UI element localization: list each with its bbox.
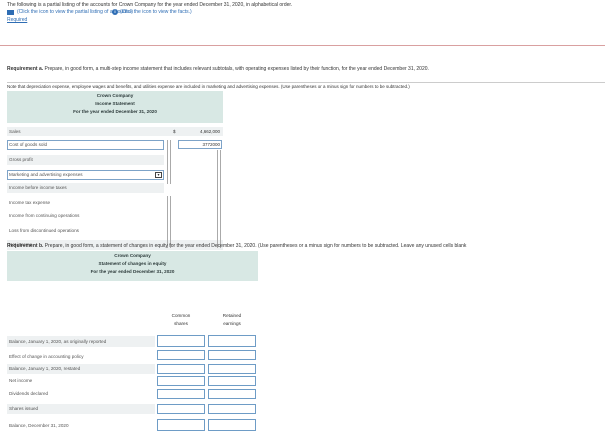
req-a-note: Note that depreciation expense, employee… bbox=[7, 82, 605, 89]
row-cost: Cost of goods sold bbox=[7, 140, 157, 150]
statement-name: Statement of changes in equity bbox=[98, 261, 167, 266]
row-label: Net income bbox=[9, 378, 33, 383]
retained-earnings-input-6[interactable] bbox=[208, 404, 256, 414]
row-label: Effect of change in accounting policy bbox=[9, 354, 84, 359]
common-shares-input-7[interactable] bbox=[157, 419, 205, 431]
row-label: Income tax expense bbox=[9, 200, 51, 205]
income-statement-header: Crown Company Income Statement For the y… bbox=[7, 91, 223, 123]
req-a-title: Requirement a. bbox=[7, 66, 44, 72]
col-common-label: Common shares bbox=[157, 313, 205, 326]
equity-row: Dividends declared bbox=[7, 389, 155, 399]
row-discontinued: Loss from discontinued operations bbox=[7, 226, 164, 236]
row-label: Balance, January 1, 2020, as originally … bbox=[9, 339, 107, 344]
common-shares-input-3[interactable] bbox=[157, 364, 205, 374]
row-label: Loss from discontinued operations bbox=[9, 228, 79, 233]
retained-earnings-input-4[interactable] bbox=[208, 376, 256, 386]
chevron-down-icon[interactable]: ▾ bbox=[155, 172, 162, 178]
common-shares-input-5[interactable] bbox=[157, 389, 205, 399]
row-label: Dividends declared bbox=[9, 391, 49, 396]
row-gross-profit: Gross profit bbox=[7, 155, 164, 165]
common-shares-input-1[interactable] bbox=[157, 335, 205, 347]
divider bbox=[167, 140, 168, 184]
info-icon[interactable]: i bbox=[112, 9, 118, 15]
company-name: Crown Company bbox=[114, 253, 151, 258]
divider bbox=[170, 196, 171, 248]
required-link[interactable]: Required bbox=[7, 17, 27, 23]
col-common-line2: shares bbox=[174, 321, 188, 326]
divider bbox=[167, 196, 168, 248]
divider bbox=[220, 150, 221, 248]
common-shares-input-6[interactable] bbox=[157, 404, 205, 414]
equity-statement-header: Crown Company Statement of changes in eq… bbox=[7, 251, 258, 281]
currency-symbol: $ bbox=[173, 129, 176, 134]
req-b-title: Requirement b. bbox=[7, 243, 44, 249]
row-continuing: Income from continuing operations bbox=[7, 211, 164, 221]
req-a-heading: Requirement a. Prepare, in good form, a … bbox=[7, 66, 429, 72]
cost-value: 3772000 bbox=[202, 142, 220, 147]
divider bbox=[217, 150, 218, 248]
req-b-heading: Requirement b. Prepare, in good form, a … bbox=[7, 243, 466, 249]
statement-period: For the year ended December 31, 2020 bbox=[73, 109, 157, 114]
retained-earnings-input-5[interactable] bbox=[208, 389, 256, 399]
retained-earnings-input-2[interactable] bbox=[208, 350, 256, 360]
row-income-before-tax: Income before income taxes bbox=[7, 183, 164, 193]
row-label: Balance, January 1, 2020, restated bbox=[9, 366, 81, 371]
equity-row: Net income bbox=[7, 376, 155, 386]
row-label: Marketing and advertising expenses bbox=[9, 172, 83, 177]
table-icon[interactable] bbox=[7, 10, 14, 15]
divider bbox=[0, 45, 605, 46]
row-label: Cost of goods sold bbox=[9, 142, 48, 147]
row-label: Income before income taxes bbox=[9, 185, 67, 190]
company-name: Crown Company bbox=[96, 93, 134, 98]
equity-row: Effect of change in accounting policy bbox=[7, 352, 155, 362]
common-shares-input-4[interactable] bbox=[157, 376, 205, 386]
equity-row: Balance, December 31, 2020 bbox=[7, 421, 155, 431]
row-label: Shares issued bbox=[9, 406, 39, 411]
equity-row: Balance, January 1, 2020, restated bbox=[7, 364, 155, 374]
retained-earnings-input-3[interactable] bbox=[208, 364, 256, 374]
row-label: Income from continuing operations bbox=[9, 213, 80, 218]
col-common-line1: Common bbox=[171, 313, 191, 318]
retained-earnings-input-7[interactable] bbox=[208, 419, 256, 431]
equity-row: Shares issued bbox=[7, 404, 155, 414]
req-a-text: Prepare, in good form, a multi-step inco… bbox=[43, 66, 429, 72]
col-retained-line2: earnings bbox=[223, 321, 241, 326]
equity-row: Balance, January 1, 2020, as originally … bbox=[7, 336, 155, 347]
sales-value: 4,662,000 bbox=[199, 129, 220, 134]
col-retained-label: Retained earnings bbox=[208, 313, 256, 326]
row-label: Sales bbox=[9, 129, 21, 134]
row-marketing: Marketing and advertising expenses bbox=[7, 170, 157, 180]
row-label: Balance, December 31, 2020 bbox=[9, 423, 69, 428]
divider bbox=[170, 140, 171, 184]
row-label: Gross profit bbox=[9, 157, 33, 162]
intro-text: The following is a partial listing of th… bbox=[7, 2, 293, 8]
common-shares-input-2[interactable] bbox=[157, 350, 205, 360]
col-retained-line1: Retained bbox=[222, 313, 242, 318]
statement-period: For the year ended December 31, 2020 bbox=[90, 269, 175, 274]
statement-name: Income Statement bbox=[95, 101, 135, 106]
row-income-tax: Income tax expense bbox=[7, 198, 164, 208]
facts-link[interactable]: (Click the icon to view the facts.) bbox=[120, 9, 192, 15]
req-b-text: Prepare, in good form, a statement of ch… bbox=[43, 243, 467, 249]
retained-earnings-input-1[interactable] bbox=[208, 335, 256, 347]
